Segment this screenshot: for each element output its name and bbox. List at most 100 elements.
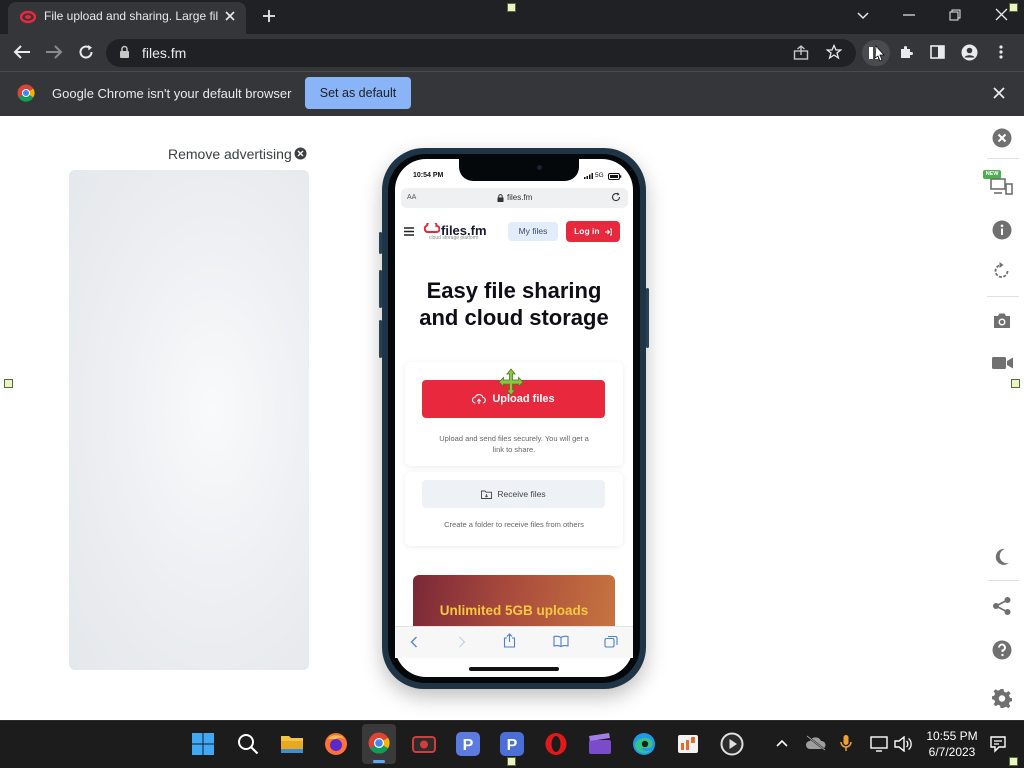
cloud-upload-icon [472, 393, 487, 405]
phone-tabs-icon[interactable] [604, 635, 618, 648]
file-explorer-icon[interactable] [280, 733, 304, 755]
phone-bookmarks-icon[interactable] [553, 635, 569, 647]
headline-line-2: and cloud storage [419, 305, 609, 330]
reload-icon[interactable] [78, 44, 94, 60]
video-record-icon[interactable] [992, 356, 1014, 370]
bookmark-star-icon[interactable] [826, 44, 842, 60]
app-p-icon[interactable]: P [456, 732, 480, 756]
screenshot-camera-icon[interactable] [992, 312, 1012, 330]
files-fm-logo-icon [424, 223, 440, 234]
resize-handle-left[interactable] [4, 379, 13, 388]
tab-search-chevron-icon[interactable] [857, 10, 869, 20]
phone-camera [537, 165, 542, 170]
address-bar[interactable] [106, 39, 856, 67]
taskbar-clock-date[interactable]: 6/7/2023 [920, 745, 984, 759]
infobar-message: Google Chrome isn't your default browser [52, 86, 292, 101]
chrome-active-indicator [373, 760, 385, 763]
phone-notch [459, 159, 579, 181]
taskbar-search-icon[interactable] [237, 733, 259, 755]
phone-url[interactable]: files.fm [507, 193, 532, 202]
back-icon[interactable] [13, 44, 31, 60]
tab-title: File upload and sharing. Large fil [44, 9, 219, 23]
phone-back-icon[interactable] [410, 636, 418, 648]
login-label: Log in [574, 226, 600, 236]
office-app-icon[interactable] [676, 732, 700, 756]
move-cursor-icon [498, 368, 524, 396]
url-text[interactable]: files.fm [142, 45, 186, 61]
help-icon[interactable] [992, 640, 1012, 660]
login-button[interactable]: Log in [566, 221, 620, 242]
resize-handle-bottom-right[interactable] [1009, 757, 1018, 766]
screen-recorder-icon[interactable] [412, 732, 436, 756]
extensions-puzzle-icon[interactable] [898, 44, 914, 60]
app-p2-icon[interactable]: P [500, 732, 524, 756]
new-tab-icon[interactable] [262, 9, 276, 23]
network-display-icon[interactable] [870, 736, 888, 752]
volume-icon[interactable] [894, 736, 912, 752]
network-label: 5G [595, 172, 604, 179]
share-network-icon[interactable] [992, 596, 1012, 616]
promo-banner[interactable] [413, 575, 615, 629]
phone-text-size[interactable]: AA [407, 194, 416, 201]
tab-close-icon[interactable] [224, 10, 236, 22]
tray-overflow-chevron-icon[interactable] [776, 739, 788, 747]
opera-icon[interactable] [544, 732, 568, 756]
resize-handle-top-right[interactable] [1009, 3, 1018, 12]
windows-start-icon[interactable] [192, 733, 214, 755]
sidebar-close-icon[interactable] [992, 128, 1012, 148]
folder-receive-icon [481, 490, 493, 500]
files-fm-favicon-icon [20, 10, 36, 24]
promo-banner-text: Unlimited 5GB uploads [439, 603, 589, 618]
set-as-default-button[interactable]: Set as default [305, 77, 411, 109]
clapperboard-app-icon[interactable] [588, 732, 612, 756]
minimize-icon[interactable] [903, 14, 915, 16]
remove-advertising-link[interactable]: Remove advertising [168, 146, 292, 162]
firefox-icon[interactable] [324, 732, 348, 756]
receive-files-label: Receive files [497, 489, 546, 499]
signal-icon [584, 173, 593, 179]
infobar-close-icon[interactable] [993, 87, 1005, 99]
responsive-viewer-extension-icon[interactable] [868, 44, 886, 62]
phone-power-button [646, 288, 649, 348]
info-icon[interactable] [992, 220, 1012, 240]
chrome-logo-icon [17, 84, 35, 102]
chrome-taskbar-icon[interactable] [368, 732, 390, 754]
onedrive-offline-icon[interactable] [805, 735, 827, 751]
edge-icon[interactable] [632, 732, 656, 756]
resize-handle-top[interactable] [507, 3, 516, 12]
share-icon[interactable] [793, 45, 809, 60]
advertising-placeholder [69, 170, 309, 670]
profile-icon[interactable] [961, 44, 978, 61]
rotate-icon[interactable] [992, 261, 1012, 281]
taskbar-clock-time[interactable]: 10:55 PM [920, 729, 984, 743]
hamburger-menu-icon[interactable] [404, 227, 414, 236]
dark-mode-moon-icon[interactable] [994, 548, 1010, 566]
battery-icon [608, 173, 622, 180]
side-panel-icon[interactable] [930, 45, 945, 59]
forward-icon[interactable] [45, 44, 63, 60]
remove-ad-close-icon[interactable] [294, 147, 307, 160]
settings-gear-icon[interactable] [992, 688, 1012, 708]
sidebar-divider [987, 580, 1019, 581]
phone-forward-icon[interactable] [458, 636, 466, 648]
resize-handle-bottom[interactable] [507, 757, 516, 766]
restore-icon[interactable] [949, 9, 961, 21]
login-arrow-icon [604, 228, 612, 236]
notification-center-icon[interactable] [989, 735, 1007, 753]
receive-files-button[interactable]: Receive files [422, 480, 605, 508]
window-close-icon[interactable] [995, 8, 1008, 21]
phone-clock: 10:54 PM [413, 172, 444, 179]
svg-text:P: P [507, 737, 518, 754]
devices-icon[interactable] [990, 178, 1014, 196]
phone-reload-icon[interactable] [611, 192, 621, 202]
microphone-icon[interactable] [840, 734, 852, 752]
lock-icon[interactable] [119, 45, 130, 59]
resize-handle-right[interactable] [1011, 379, 1020, 388]
media-player-icon[interactable] [720, 732, 744, 756]
chrome-menu-icon[interactable] [999, 45, 1003, 59]
phone-share-icon[interactable] [503, 633, 516, 648]
upload-description: Upload and send files securely. You will… [439, 434, 589, 454]
my-files-button[interactable]: My files [508, 222, 558, 241]
phone-home-indicator [469, 667, 559, 671]
receive-description: Create a folder to receive files from ot… [444, 520, 584, 529]
